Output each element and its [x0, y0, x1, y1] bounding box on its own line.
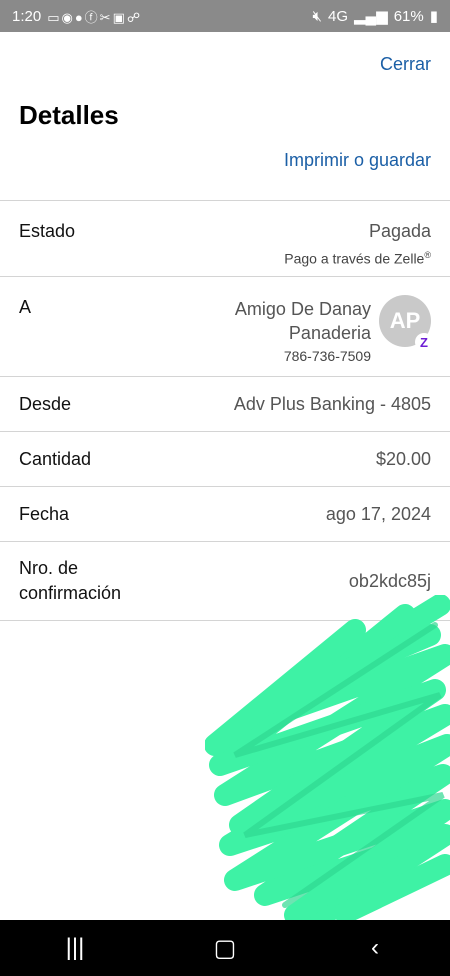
date-label: Fecha — [19, 503, 70, 524]
amount-row: Cantidad $20.00 — [0, 431, 450, 486]
redaction-scribble — [205, 595, 450, 925]
avatar: AP Z — [379, 295, 433, 351]
mute-icon: 🔇︎ — [312, 7, 322, 25]
status-time: 1:20 — [12, 7, 42, 25]
recipient-label: A — [19, 297, 32, 317]
recipient-info: Amigo De Danay Panaderia 786-736-7509 AP… — [234, 295, 433, 365]
confirmation-label: Nro. de confirmación — [19, 556, 121, 606]
notification-icons: ▭◉●ⓕ✂▣☍ — [47, 9, 143, 25]
payment-method-text: Pago a través de Zelle — [284, 250, 425, 267]
date-value: ago 17, 2024 — [325, 503, 431, 524]
confirmation-value: ob2kdc85j — [348, 570, 431, 591]
from-value: Adv Plus Banking - 4805 — [233, 393, 431, 414]
recipient-name-line1: Amigo De Danay — [234, 299, 371, 319]
recipient-row: A Amigo De Danay Panaderia 786-736-7509 … — [0, 276, 450, 376]
status-label: Estado — [19, 221, 76, 241]
status-row: Estado Pagada Pago a través de Zelle® — [0, 200, 450, 276]
print-or-save-button[interactable]: Imprimir o guardar — [284, 150, 431, 171]
confirmation-label-line1: Nro. de — [19, 558, 79, 578]
avatar-initials: AP — [389, 308, 421, 333]
from-label: Desde — [19, 393, 72, 414]
confirmation-label-line2: confirmación — [19, 583, 122, 603]
date-row: Fecha ago 17, 2024 — [0, 486, 450, 541]
amount-value: $20.00 — [375, 448, 431, 469]
battery-icon: ▮ — [429, 8, 438, 25]
amount-label: Cantidad — [19, 448, 92, 469]
network-label: 4G — [327, 7, 348, 25]
registered-mark: ® — [424, 250, 431, 260]
status-value-block: Pagada Pago a través de Zelle® — [284, 221, 431, 267]
battery-label: 61% — [393, 7, 424, 25]
signal-icon: ▂▄▆ — [354, 8, 388, 25]
payment-details: Estado Pagada Pago a través de Zelle® A … — [0, 200, 450, 621]
status-value: Pagada — [368, 221, 431, 241]
recent-apps-icon[interactable]: ||| — [45, 934, 105, 962]
navigation-bar: ||| ▢ ‹ — [0, 920, 450, 976]
zelle-badge-icon: Z — [415, 333, 433, 351]
close-button[interactable]: Cerrar — [380, 54, 431, 75]
recipient-phone: 786-736-7509 — [283, 348, 371, 364]
page-title: Detalles — [19, 100, 119, 130]
recipient-name-line2: Panaderia — [288, 323, 371, 343]
home-icon[interactable]: ▢ — [195, 934, 255, 963]
payment-method: Pago a través de Zelle® — [284, 250, 431, 267]
back-icon[interactable]: ‹ — [345, 934, 405, 962]
from-row: Desde Adv Plus Banking - 4805 — [0, 376, 450, 431]
status-bar: 1:20 ▭◉●ⓕ✂▣☍ 🔇︎ 4G ▂▄▆ 61% ▮ — [0, 0, 450, 32]
